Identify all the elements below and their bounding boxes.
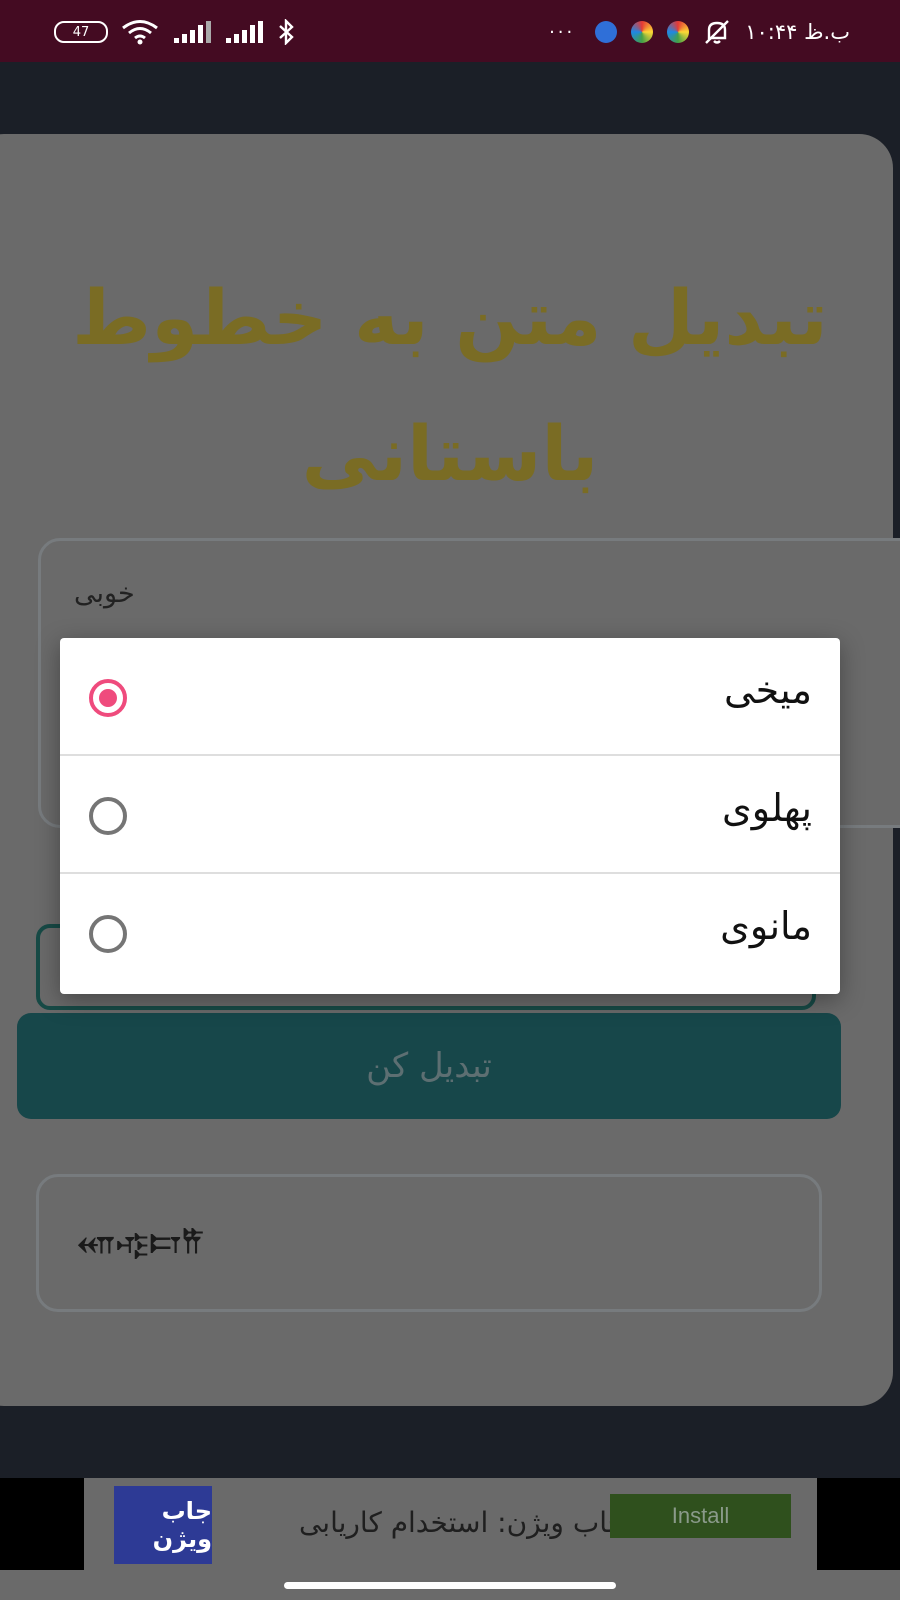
radio-unchecked-icon[interactable] [89,797,127,835]
status-left-icons: 47 [54,18,296,46]
ad-banner[interactable]: جاب ویژن جاب ویژن: استخدام کاریابی Insta… [84,1478,817,1570]
text-input-value[interactable]: خوبی [74,578,135,609]
option-label: مانوی [720,904,812,948]
install-button[interactable]: Install [610,1494,791,1538]
option-label: میخی [723,668,812,712]
app-toolbar [0,62,900,134]
signal-icon [172,20,212,44]
overflow-dots-icon: ··· [549,21,576,43]
script-choice-dialog: میخی پهلوی مانوی [60,638,840,994]
home-indicator[interactable] [284,1582,616,1589]
page-title: تبدیل متن به خطوط باستانی [72,273,828,498]
convert-button[interactable]: تبدیل کن [17,1013,841,1119]
radio-unchecked-icon[interactable] [89,915,127,953]
status-bar: 47 ··· ۱۰:۴۴ ب.ظ [0,0,900,62]
battery-icon: 47 [54,21,108,43]
status-right-icons: ··· ۱۰:۴۴ ب.ظ [549,18,850,46]
app-notification-icon [667,21,690,43]
option-pahlavi[interactable]: پهلوی [60,756,840,874]
ad-logo[interactable]: جاب ویژن [114,1486,212,1564]
app-notification-icon [631,21,654,43]
clock: ۱۰:۴۴ ب.ظ [745,20,850,44]
bluetooth-icon [276,19,296,45]
wifi-icon [120,19,160,45]
option-label: پهلوی [721,786,812,830]
option-manichaean[interactable]: مانوی [60,874,840,992]
app-notification-icon [595,21,618,43]
output-text: 𐎧𐎺𐎲𐎡 [78,1226,206,1261]
mute-bell-icon [703,19,731,45]
radio-checked-icon[interactable] [89,679,127,717]
signal-icon [224,20,264,44]
option-cuneiform[interactable]: میخی [60,638,840,756]
